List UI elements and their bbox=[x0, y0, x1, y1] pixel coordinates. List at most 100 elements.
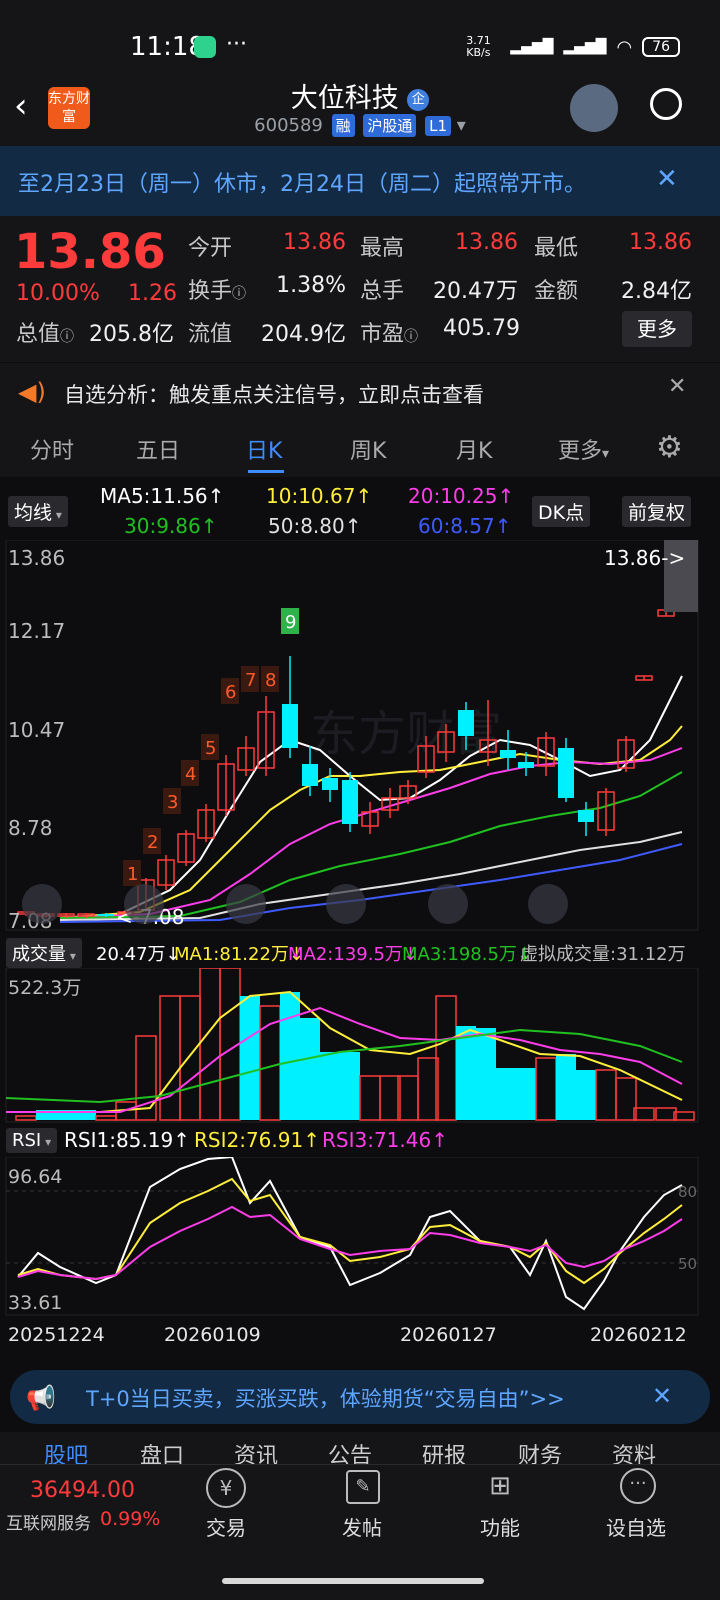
tab-5day[interactable]: 五日 bbox=[136, 433, 180, 465]
tab-weekly-k[interactable]: 周K bbox=[350, 433, 386, 465]
close-alert-icon[interactable]: ✕ bbox=[668, 374, 686, 399]
net-speed: 3.71 KB/s bbox=[466, 34, 491, 59]
post-icon[interactable]: ✎ bbox=[346, 1470, 380, 1504]
volume-chart[interactable]: 522.3万 bbox=[0, 968, 720, 1124]
seq-label: 5 bbox=[205, 738, 216, 759]
dropdown-caret-icon[interactable]: ▾ bbox=[457, 115, 466, 136]
seq-label: 6 bbox=[225, 682, 236, 703]
tab-research[interactable]: 研报 bbox=[422, 1438, 466, 1466]
zoom-out-icon[interactable] bbox=[124, 884, 164, 924]
tab-news[interactable]: 资讯 bbox=[234, 1438, 278, 1466]
stat-amount-value: 2.84亿 bbox=[621, 279, 692, 304]
info-icon[interactable]: ⓘ bbox=[60, 329, 74, 345]
nav-function[interactable]: 功能 bbox=[480, 1512, 520, 1541]
candle-body bbox=[518, 762, 534, 768]
trade-icon[interactable]: ¥ bbox=[206, 1468, 246, 1508]
ma20-value: 20:10.25↑ bbox=[408, 484, 515, 508]
tab-guba[interactable]: 股吧 bbox=[44, 1438, 88, 1466]
y-label-3: 10.47 bbox=[8, 718, 65, 742]
tab-daily-k[interactable]: 日K bbox=[246, 433, 282, 465]
notice-text: 至2月23日（周一）休市，2月24日（周二）起照常开市。 bbox=[18, 172, 586, 197]
function-grid-icon[interactable]: ⊞ bbox=[484, 1470, 516, 1502]
tab-profile[interactable]: 资料 bbox=[612, 1438, 656, 1466]
volume-selector[interactable]: 成交量 ▾ bbox=[6, 938, 82, 968]
date-label-3: 20260127 bbox=[400, 1324, 497, 1346]
stat-turnover-label: 换手ⓘ bbox=[188, 279, 247, 304]
dk-point-button[interactable]: DK点 bbox=[532, 496, 591, 527]
gear-icon[interactable]: ⚙ bbox=[656, 430, 683, 465]
stat-mktcap-value: 205.8亿 bbox=[89, 322, 174, 347]
stat-open-value: 13.86 bbox=[283, 230, 346, 255]
tab-announce[interactable]: 公告 bbox=[328, 1438, 372, 1466]
nav-trade[interactable]: 交易 bbox=[206, 1512, 246, 1541]
stock-name: 大位科技 bbox=[290, 83, 399, 114]
volume-bar bbox=[576, 1070, 596, 1120]
rsi-top-label: 96.64 bbox=[8, 1166, 62, 1188]
stat-turnover-value: 1.38% bbox=[276, 273, 346, 298]
info-icon[interactable]: ⓘ bbox=[232, 286, 246, 302]
volume-bar bbox=[556, 1054, 576, 1120]
app-notification-icon bbox=[194, 36, 216, 58]
robot-assistant-icon[interactable] bbox=[570, 84, 618, 132]
vol-ma3: MA3:198.5万↓ bbox=[402, 944, 532, 965]
rsi-50-line-label: 50 bbox=[678, 1255, 697, 1273]
stat-amount-label: 金额 bbox=[534, 279, 579, 304]
zoom-in-icon[interactable] bbox=[226, 884, 266, 924]
tab-pankou[interactable]: 盘口 bbox=[140, 1438, 184, 1466]
vol-ma1: MA1:81.22万↓ bbox=[174, 944, 304, 965]
ma60-value: 60:8.57↑ bbox=[418, 514, 512, 538]
stat-open-label: 今开 bbox=[188, 236, 233, 261]
rsi-chart[interactable]: 96.64 33.61 80 50 bbox=[0, 1157, 720, 1317]
tab-intraday[interactable]: 分时 bbox=[30, 433, 74, 465]
watchlist-alert[interactable]: 自选分析：触发重点关注信号，立即点击查看 bbox=[0, 363, 720, 421]
nav-add-watchlist[interactable]: 设自选 bbox=[606, 1512, 666, 1541]
date-label-2: 20260109 bbox=[164, 1324, 261, 1346]
scroll-right-icon[interactable] bbox=[428, 884, 468, 924]
stat-low-label: 最低 bbox=[534, 236, 579, 261]
battery-icon: 76 bbox=[642, 37, 680, 57]
volume-bar bbox=[320, 1052, 340, 1120]
date-label-1: 20251224 bbox=[8, 1324, 105, 1346]
add-watchlist-icon[interactable]: ··· bbox=[620, 1468, 656, 1504]
y-label-4: 8.78 bbox=[8, 816, 53, 840]
ma-selector[interactable]: 均线 ▾ bbox=[8, 496, 68, 527]
stock-code: 600589 bbox=[254, 115, 323, 136]
search-icon[interactable] bbox=[650, 88, 682, 120]
info-icon[interactable]: ⓘ bbox=[404, 329, 418, 345]
tab-monthly-k[interactable]: 月K bbox=[456, 433, 492, 465]
scroll-left-fast-icon[interactable] bbox=[22, 884, 62, 924]
volume-bar bbox=[280, 992, 300, 1120]
candlestick-chart[interactable]: 东方财富 1234567 89 13.86 12.17 10.47 8.78 7.… bbox=[0, 540, 720, 932]
candle-body bbox=[458, 710, 474, 736]
enterprise-badge: 企 bbox=[407, 88, 430, 111]
ma10-value: 10:10.67↑ bbox=[266, 484, 373, 508]
candle-body bbox=[322, 778, 338, 790]
seq-label: 1 bbox=[127, 864, 138, 885]
more-notifications-icon: ··· bbox=[226, 32, 247, 57]
candle-body bbox=[558, 748, 574, 798]
megaphone-icon: 📢 bbox=[26, 1384, 56, 1412]
rsi1-value: RSI1:85.19↑ bbox=[64, 1128, 190, 1152]
tab-more[interactable]: 更多▾ bbox=[558, 433, 609, 465]
scroll-left-icon[interactable] bbox=[326, 884, 366, 924]
stat-float-value: 204.9亿 bbox=[261, 322, 346, 347]
nav-post[interactable]: 发帖 bbox=[342, 1512, 382, 1541]
fullscreen-icon[interactable] bbox=[528, 884, 568, 924]
tab-finance[interactable]: 财务 bbox=[518, 1438, 562, 1466]
rsi-selector[interactable]: RSI ▾ bbox=[6, 1128, 58, 1153]
more-stats-button[interactable]: 更多 bbox=[622, 311, 692, 347]
promo-text: T+0当日买卖，买涨买跌，体验期货“交易自由”>> bbox=[86, 1387, 565, 1411]
candle-body bbox=[500, 750, 516, 758]
close-notice-icon[interactable]: ✕ bbox=[656, 164, 678, 194]
close-promo-icon[interactable]: ✕ bbox=[652, 1382, 672, 1410]
index-value[interactable]: 36494.00 bbox=[30, 1478, 135, 1503]
stat-volume-label: 总手 bbox=[360, 279, 405, 304]
volume-bar bbox=[240, 996, 260, 1120]
volume-bar bbox=[516, 1068, 536, 1120]
stat-pe-value: 405.79 bbox=[443, 316, 520, 341]
candle-body bbox=[342, 780, 358, 824]
tag-level: L1 bbox=[425, 116, 452, 136]
adjust-button[interactable]: 前复权 bbox=[622, 496, 692, 527]
promo-banner[interactable]: T+0当日买卖，买涨买跌，体验期货“交易自由”>> bbox=[10, 1370, 710, 1424]
rsi2-value: RSI2:76.91↑ bbox=[194, 1128, 320, 1152]
